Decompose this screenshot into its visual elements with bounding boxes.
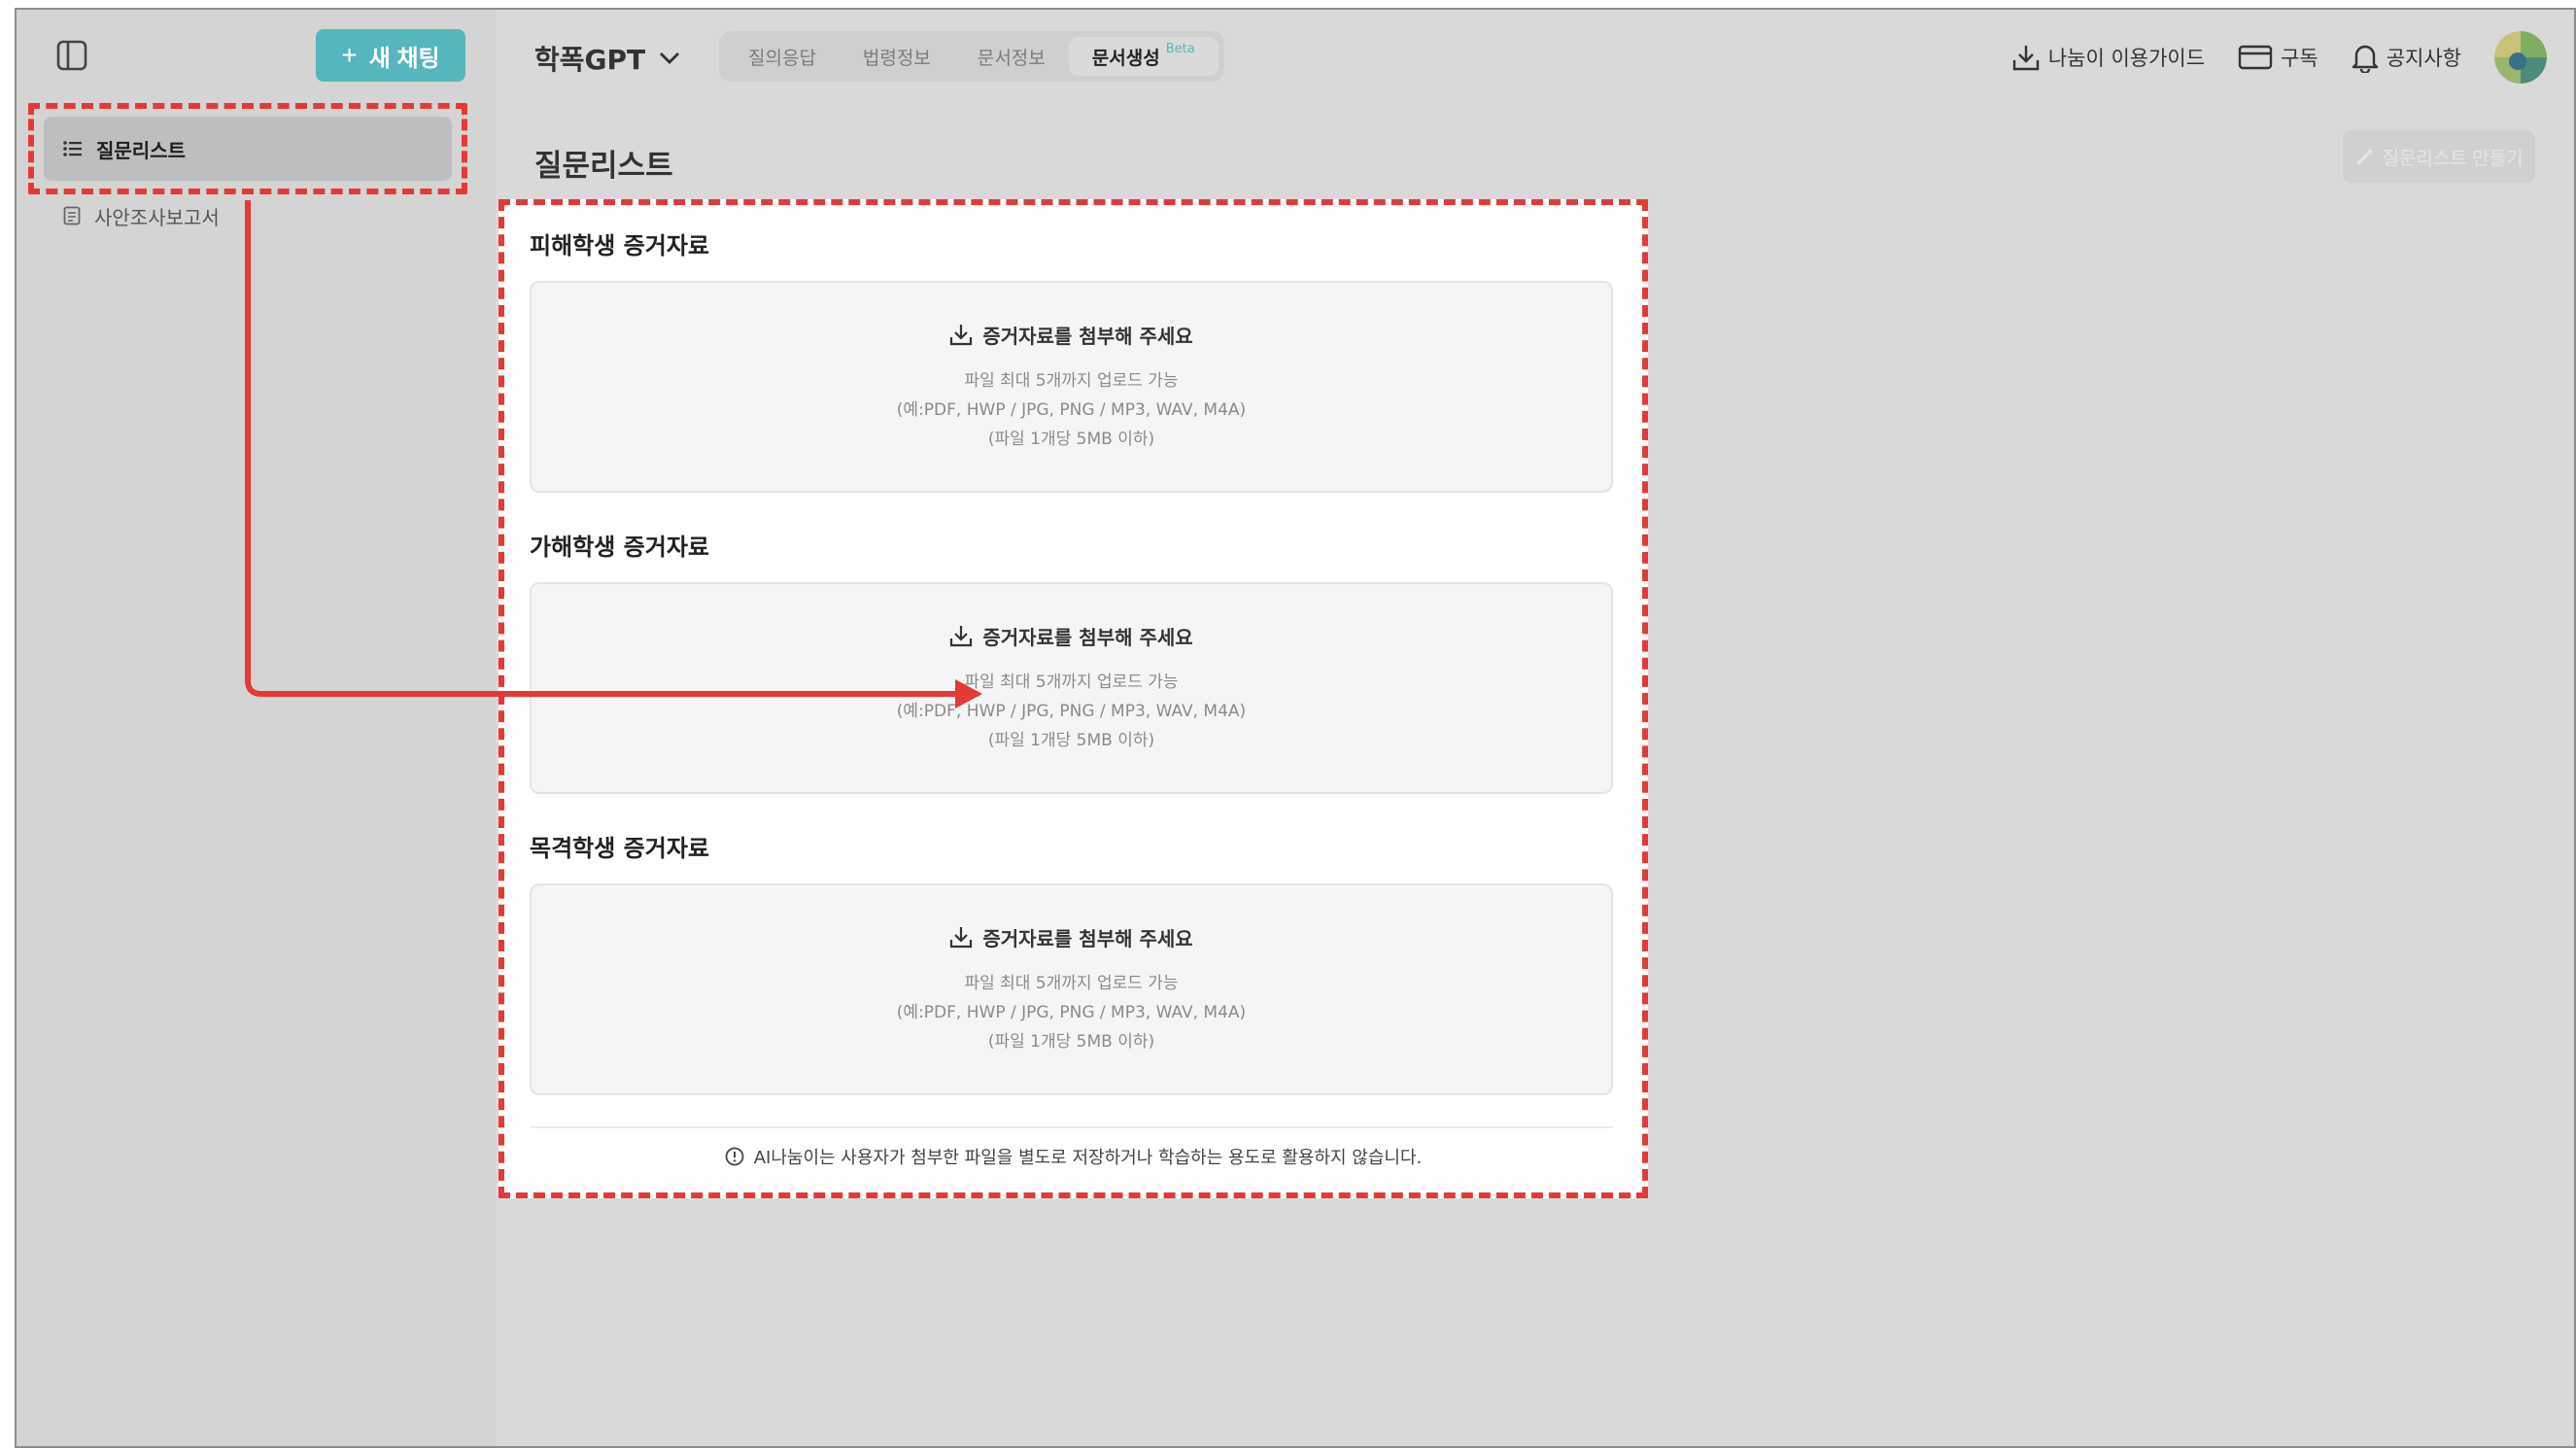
witness-evidence-title: 목격학생 증거자료 [530,835,709,862]
dropzone-heading-text: 증거자료를 첨부해 주세요 [982,324,1193,348]
make-button-label: 질문리스트 만들기 [2382,148,2524,169]
magic-wand-icon [2356,148,2375,166]
privacy-notice: AI나눔이는 사용자가 첨부한 파일을 별도로 저장하거나 학습하는 용도로 활… [504,1144,1642,1169]
dropzone-format-text: (예:PDF, HWP / JPG, PNG / MP3, WAV, M4A) [896,399,1247,420]
info-icon [725,1147,744,1166]
dropzone-format-text: (예:PDF, HWP / JPG, PNG / MP3, WAV, M4A) [896,701,1247,721]
dropzone-size-text: (파일 1개당 5MB 이하) [987,1031,1155,1052]
notice-label: 공지사항 [2386,47,2461,70]
download-icon [950,927,973,949]
chevron-down-icon [660,52,680,64]
offender-evidence-dropzone[interactable]: 증거자료를 첨부해 주세요 파일 최대 5개까지 업로드 가능 (예:PDF, … [530,582,1613,794]
document-icon [63,206,81,225]
offender-evidence-title: 가해학생 증거자료 [530,534,709,561]
tab-law-info[interactable]: 법령정보 [840,37,954,76]
tab-label: 문서생성 [1091,47,1160,69]
dropzone-limit-text: 파일 최대 5개까지 업로드 가능 [964,973,1179,993]
make-question-list-button[interactable]: 질문리스트 만들기 [2343,130,2535,183]
model-selector[interactable]: 학폭GPT [534,39,680,78]
sidebar-toggle-icon[interactable] [55,39,88,72]
subscribe-label: 구독 [2281,47,2318,70]
mode-tabs: 질의응답 법령정보 문서정보 문서생성 Beta [719,31,1224,82]
app-window: + 새 채팅 질문리스트 사안조사보고서 학폭GPT 질의응답 법령정보 문서정… [15,8,2576,1448]
dropzone-limit-text: 파일 최대 5개까지 업로드 가능 [964,370,1179,391]
download-icon [2012,46,2040,71]
victim-evidence-dropzone[interactable]: 증거자료를 첨부해 주세요 파일 최대 5개까지 업로드 가능 (예:PDF, … [530,281,1613,493]
avatar[interactable] [2494,31,2547,84]
dropzone-format-text: (예:PDF, HWP / JPG, PNG / MP3, WAV, M4A) [896,1002,1247,1022]
page-title: 질문리스트 [534,149,673,184]
top-right-actions: 나눔이 이용가이드 구독 공지사항 [2011,31,2547,84]
beta-badge: Beta [1165,41,1195,56]
guide-label: 나눔이 이용가이드 [2047,47,2206,70]
card-icon [2238,45,2273,70]
dropzone-heading-text: 증거자료를 첨부해 주세요 [982,926,1193,950]
divider [530,1126,1613,1128]
new-chat-label: 새 채팅 [368,45,440,72]
bell-icon [2352,45,2378,73]
dropzone-size-text: (파일 1개당 5MB 이하) [987,429,1155,449]
dropzone-heading: 증거자료를 첨부해 주세요 [949,622,1193,650]
privacy-notice-text: AI나눔이는 사용자가 첨부한 파일을 별도로 저장하거나 학습하는 용도로 활… [753,1148,1423,1168]
highlight-box-question-list [28,103,467,194]
dropzone-heading: 증거자료를 첨부해 주세요 [949,923,1193,951]
sidebar-item-investigation-report[interactable]: 사안조사보고서 [44,194,452,237]
dropzone-size-text: (파일 1개당 5MB 이하) [987,730,1155,750]
sidebar: + 새 채팅 질문리스트 사안조사보고서 [17,10,496,1446]
notice-link[interactable]: 공지사항 [2352,42,2461,73]
download-icon [950,325,973,346]
victim-evidence-title: 피해학생 증거자료 [530,232,709,259]
new-chat-button[interactable]: + 새 채팅 [316,29,465,82]
tab-qa[interactable]: 질의응답 [725,37,840,76]
dropzone-heading-text: 증거자료를 첨부해 주세요 [982,625,1193,649]
tab-doc-info[interactable]: 문서정보 [954,37,1069,76]
dropzone-heading: 증거자료를 첨부해 주세요 [949,321,1193,349]
tab-label: 문서정보 [977,47,1046,69]
brand-title: 학폭GPT [534,44,646,76]
download-icon [950,626,973,647]
tab-label: 법령정보 [862,47,931,69]
witness-evidence-dropzone[interactable]: 증거자료를 첨부해 주세요 파일 최대 5개까지 업로드 가능 (예:PDF, … [530,883,1613,1095]
evidence-panel: 피해학생 증거자료 증거자료를 첨부해 주세요 파일 최대 5개까지 업로드 가… [498,199,1648,1198]
dropzone-limit-text: 파일 최대 5개까지 업로드 가능 [964,672,1179,692]
tab-label: 질의응답 [748,47,816,69]
sidebar-item-label: 사안조사보고서 [94,205,220,229]
guide-link[interactable]: 나눔이 이용가이드 [2011,43,2205,72]
tab-doc-generate[interactable]: 문서생성 Beta [1068,37,1219,76]
plus-icon: + [341,40,358,70]
subscribe-link[interactable]: 구독 [2238,43,2318,72]
